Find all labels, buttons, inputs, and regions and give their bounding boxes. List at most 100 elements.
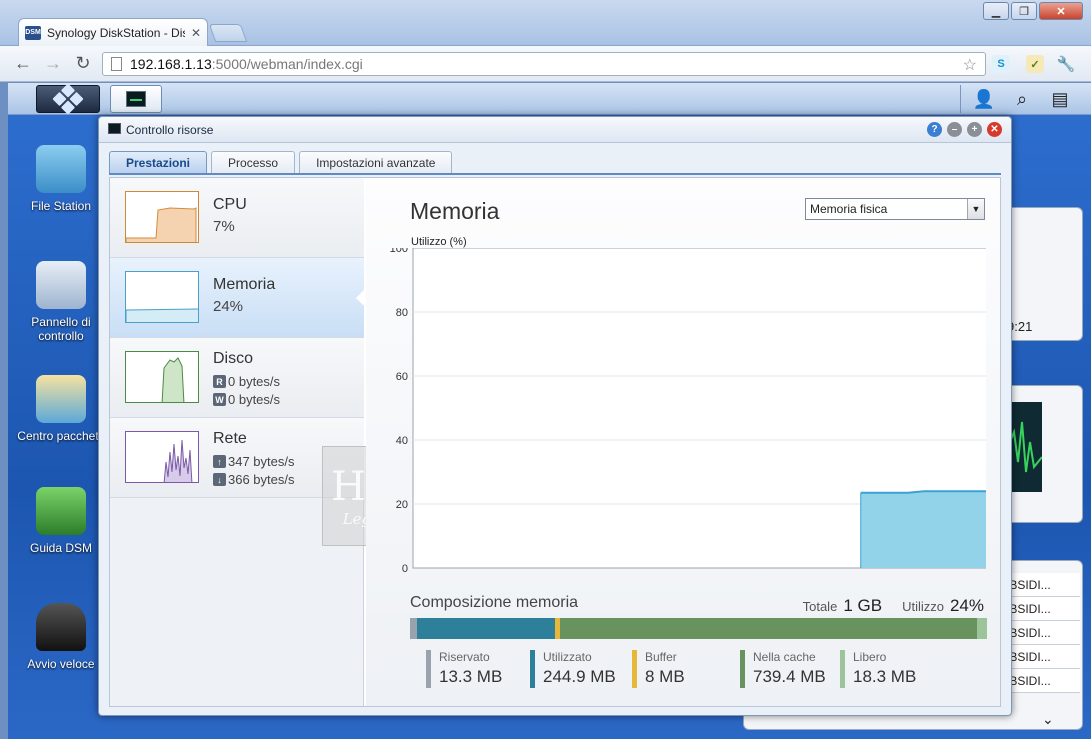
network-label: Rete [213, 430, 247, 447]
bg-list-item: OBSIDI... [1000, 645, 1080, 669]
memory-thumbnail [125, 271, 199, 323]
memory-label: Memoria [213, 276, 276, 293]
chart-y-tick-label: 80 [396, 307, 408, 319]
memory-detail-panel: Memoria Memoria fisica ▼ Utilizzo (%) 0 2… [366, 178, 1000, 706]
new-tab-button[interactable] [208, 24, 248, 42]
legend-item: Nella cache 739.4 MB [740, 650, 826, 688]
desktop-icon-quick-start[interactable]: Avvio veloce [16, 603, 106, 671]
legend-value: 18.3 MB [853, 667, 917, 686]
memory-type-select[interactable]: Memoria fisica ▼ [805, 198, 985, 220]
resource-monitor-icon [108, 123, 121, 134]
composition-segment [410, 618, 418, 639]
monitor-graph-fragment [1007, 402, 1043, 492]
url-path: :5000/webman/index.cgi [211, 56, 363, 72]
url-host: 192.168.1.13 [130, 56, 212, 72]
bg-list-item: OBSIDI... [1000, 669, 1080, 693]
wrench-menu-icon[interactable]: 🔧 [1057, 55, 1076, 73]
upload-arrow-icon: ↑ [213, 455, 226, 468]
composition-segment [559, 618, 977, 639]
sidebar-item-cpu[interactable]: CPU 7% [110, 178, 364, 258]
network-upload: ↑ 347 bytes/s [213, 454, 295, 469]
composition-segment [417, 618, 556, 639]
sidebar-item-disk[interactable]: Disco R 0 bytes/s W 0 bytes/s [110, 338, 364, 418]
memory-composition-bar [410, 618, 987, 639]
bookmark-star-icon[interactable]: ☆ [963, 55, 977, 75]
sidebar-item-memory[interactable]: Memoria 24% [110, 258, 364, 338]
write-icon: W [213, 393, 226, 406]
search-icon[interactable]: ⌕ [1004, 85, 1040, 113]
chart-y-tick-label: 40 [396, 435, 408, 447]
bg-list-item: OBSIDI... [1000, 621, 1080, 645]
desktop-icon-package-center[interactable]: Centro pacchetti [16, 375, 106, 443]
minimize-icon[interactable]: – [947, 122, 962, 137]
dsm-favicon-icon: DSM [25, 25, 41, 40]
maximize-button[interactable]: ❐ [1011, 2, 1037, 20]
download-arrow-icon: ↓ [213, 473, 226, 486]
skype-extension-icon[interactable]: S [992, 55, 1010, 73]
memory-type-selected: Memoria fisica [810, 202, 888, 216]
minimize-button[interactable]: ▁ [983, 2, 1009, 20]
browser-titlebar: DSM Synology DiskStation - Disk ✕ ▁ ❐ ✕ [0, 0, 1091, 46]
help-book-icon [36, 487, 86, 535]
tab-impostazioni-avanzate[interactable]: Impostazioni avanzate [299, 151, 453, 173]
disk-label: Disco [213, 350, 254, 367]
forward-arrow-icon[interactable]: → [42, 53, 64, 74]
composition-segment [976, 618, 987, 639]
window-controls: ▁ ❐ ✕ [983, 2, 1083, 20]
legend-item: Buffer 8 MB [632, 650, 685, 688]
close-icon[interactable]: ✕ [987, 122, 1002, 137]
read-icon: R [213, 375, 226, 388]
disk-read: R 0 bytes/s [213, 374, 280, 389]
network-thumbnail [125, 431, 199, 483]
window-tabs: Prestazioni Processo Impostazioni avanza… [109, 151, 453, 173]
widgets-icon[interactable]: ▤ [1042, 85, 1078, 113]
browser-tab[interactable]: DSM Synology DiskStation - Disk ✕ [18, 18, 208, 46]
legend-item: Utilizzato 244.9 MB [530, 650, 616, 688]
reload-icon[interactable]: ↻ [72, 53, 94, 74]
tab-prestazioni[interactable]: Prestazioni [109, 151, 208, 173]
legend-value: 13.3 MB [439, 667, 503, 686]
page-title: Memoria [410, 198, 500, 224]
browser-toolbar: ← → ↻ 192.168.1.13:5000/webman/index.cgi… [0, 46, 1091, 82]
address-bar[interactable]: 192.168.1.13:5000/webman/index.cgi ☆ [102, 52, 986, 76]
user-icon[interactable]: 👤 [966, 85, 1002, 113]
total-value: 1 GB [843, 596, 883, 615]
dsm-taskbar: 👤 ⌕ ▤ [8, 83, 1091, 115]
disk-thumbnail [125, 351, 199, 403]
resource-sidebar: CPU 7% Memoria 24% Disco R 0 bytes/s W 0… [110, 178, 420, 706]
close-window-button[interactable]: ✕ [1039, 2, 1083, 20]
chevron-down-icon[interactable]: ▼ [967, 199, 984, 219]
window-title: Controllo risorse [126, 123, 214, 137]
tab-processo[interactable]: Processo [211, 151, 296, 173]
usage-label: Utilizzo [902, 599, 944, 614]
desktop-icon-file-station[interactable]: File Station [16, 145, 106, 213]
legend-value: 8 MB [645, 667, 685, 686]
tabs-underline [109, 173, 1001, 175]
desktop-icon-control-panel[interactable]: Pannello di controllo [16, 261, 106, 343]
folder-magnifier-icon [36, 145, 86, 193]
chart-y-tick-label: 0 [402, 563, 408, 575]
memory-totals: Totale 1 GB Utilizzo 24% [803, 596, 984, 616]
window-header[interactable]: Controllo risorse ? – + ✕ [99, 117, 1011, 143]
usage-value: 24% [949, 596, 984, 615]
chevron-down-icon[interactable]: ⌄ [1042, 711, 1054, 728]
desktop-icon-dsm-help[interactable]: Guida DSM [16, 487, 106, 555]
tab-close-icon[interactable]: ✕ [191, 26, 201, 40]
resource-monitor-window: Controllo risorse ? – + ✕ Prestazioni Pr… [98, 116, 1012, 716]
extension-icon[interactable]: ✓ [1026, 55, 1044, 73]
cpu-thumbnail [125, 191, 199, 243]
magic-hat-icon [36, 603, 86, 651]
legend-value: 739.4 MB [753, 667, 826, 686]
taskbar-separator [960, 85, 961, 113]
help-icon[interactable]: ? [927, 122, 942, 137]
maximize-icon[interactable]: + [967, 122, 982, 137]
legend-label: Libero [853, 650, 887, 664]
main-menu-button[interactable] [36, 83, 100, 115]
taskbar-resource-monitor-button[interactable] [110, 85, 162, 113]
chart-y-tick-label: 100 [390, 248, 408, 255]
network-download: ↓ 366 bytes/s [213, 472, 295, 487]
back-arrow-icon[interactable]: ← [12, 53, 34, 74]
chart-y-tick-label: 20 [396, 499, 408, 511]
browser-tab-title: Synology DiskStation - Disk [47, 25, 185, 40]
package-box-icon [36, 375, 86, 423]
